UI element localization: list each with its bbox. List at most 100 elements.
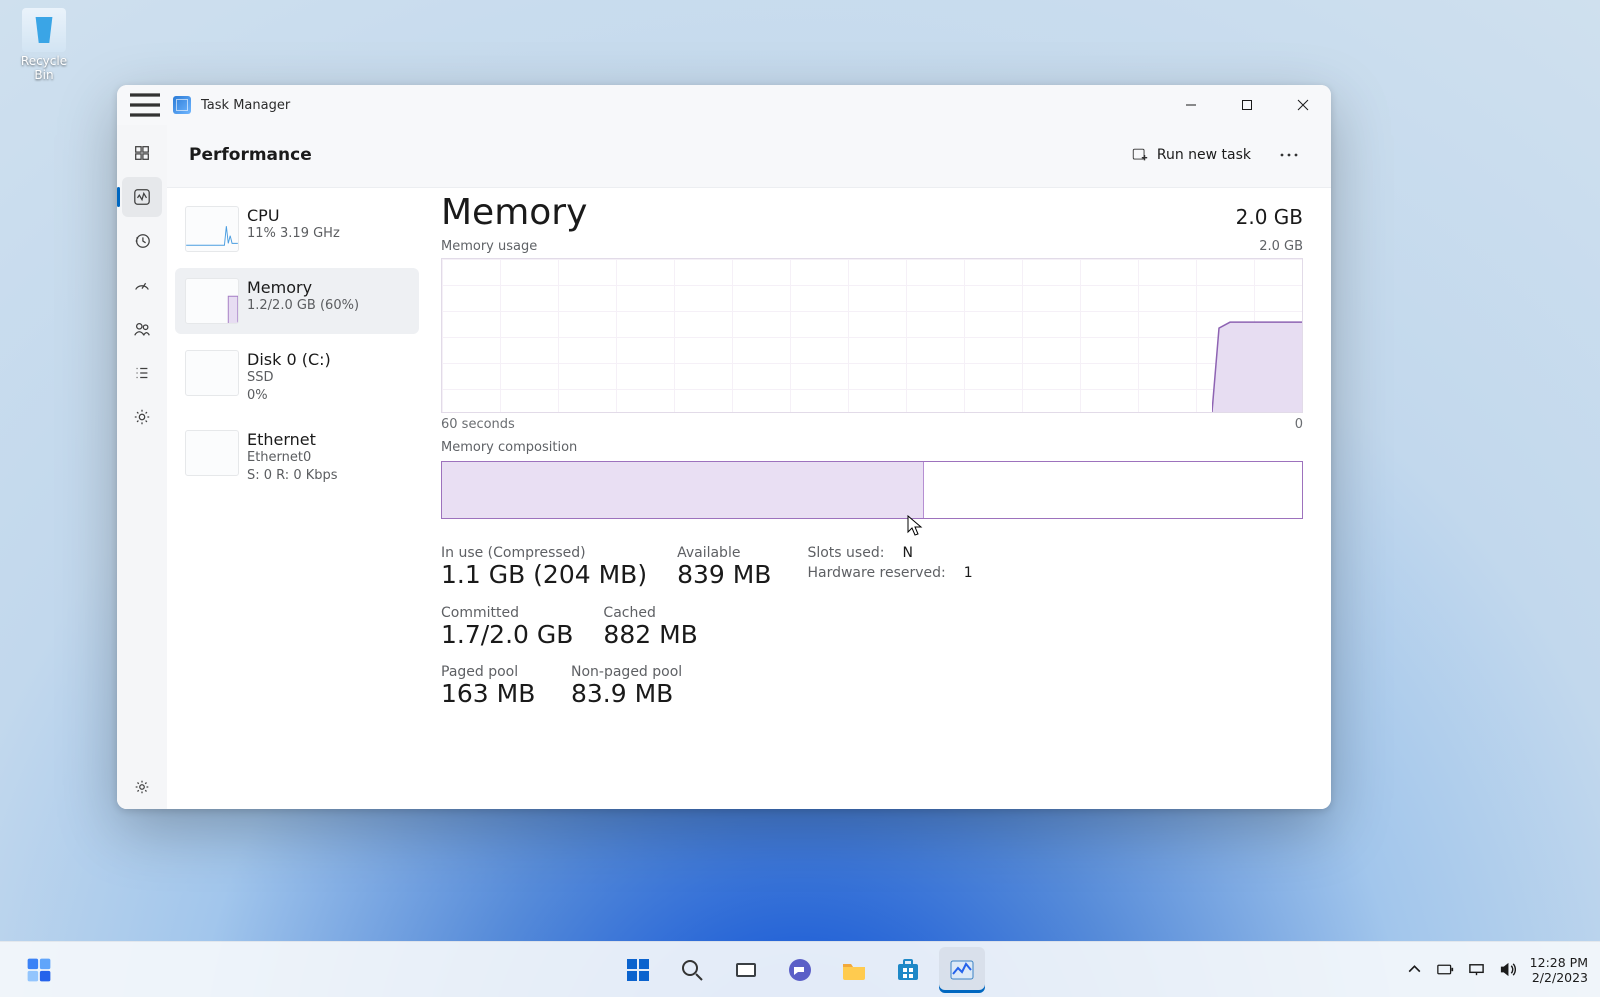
grid-icon — [133, 144, 151, 162]
clock[interactable]: 12:28 PM 2/2/2023 — [1530, 955, 1588, 985]
nav-app-history[interactable] — [122, 221, 162, 261]
clock-time: 12:28 PM — [1530, 955, 1588, 970]
axis-right: 0 — [1295, 417, 1303, 432]
committed-value: 1.7/2.0 GB — [441, 621, 573, 649]
recycle-bin-label: Recycle Bin — [12, 54, 76, 82]
nonpaged-value: 83.9 MB — [571, 680, 682, 708]
cached-label: Cached — [603, 605, 697, 621]
memory-detail-pane: Memory 2.0 GB Memory usage 2.0 GB — [427, 188, 1331, 809]
hw-label: Hardware reserved: — [807, 565, 945, 581]
nav-details[interactable] — [122, 353, 162, 393]
widgets-button[interactable] — [16, 947, 62, 993]
ethernet-title: Ethernet — [247, 430, 338, 449]
search-button[interactable] — [669, 947, 715, 993]
usage-label: Memory usage — [441, 239, 537, 254]
nav-users[interactable] — [122, 309, 162, 349]
memory-thumb-icon — [185, 278, 239, 324]
recycle-bin[interactable]: Recycle Bin — [12, 8, 76, 82]
chevron-up-icon[interactable] — [1406, 961, 1423, 978]
nonpaged-label: Non-paged pool — [571, 664, 682, 680]
volume-icon[interactable] — [1499, 961, 1516, 978]
task-view-icon — [732, 956, 760, 984]
store-icon — [894, 956, 922, 984]
chat-button[interactable] — [777, 947, 823, 993]
slots-value: N — [902, 545, 912, 561]
hamburger-menu-button[interactable] — [125, 85, 165, 125]
network-icon[interactable] — [1468, 961, 1485, 978]
recycle-bin-icon — [22, 8, 66, 52]
available-value: 839 MB — [677, 561, 771, 589]
detail-title: Memory — [441, 192, 587, 233]
resource-item-memory[interactable]: Memory 1.2/2.0 GB (60%) — [175, 268, 419, 334]
disk-thumb-icon — [185, 350, 239, 396]
widgets-icon — [25, 956, 53, 984]
composition-in-use-segment — [442, 462, 924, 518]
slots-label: Slots used: — [807, 545, 884, 561]
nav-rail — [117, 125, 167, 809]
axis-left: 60 seconds — [441, 417, 515, 432]
hw-value: 1 — [964, 565, 973, 581]
task-manager-window: Task Manager — [117, 85, 1331, 809]
cached-value: 882 MB — [603, 621, 697, 649]
composition-label: Memory composition — [441, 440, 1303, 455]
task-manager-app-icon — [173, 96, 191, 114]
memory-sub: 1.2/2.0 GB (60%) — [247, 297, 359, 315]
ethernet-thumb-icon — [185, 430, 239, 476]
ethernet-sub2: S: 0 R: 0 Kbps — [247, 467, 338, 485]
cpu-sub: 11% 3.19 GHz — [247, 225, 340, 243]
task-manager-taskbar-button[interactable] — [939, 947, 985, 993]
usage-max: 2.0 GB — [1259, 239, 1303, 254]
maximize-button[interactable] — [1219, 85, 1275, 125]
chat-icon — [786, 956, 814, 984]
list-icon — [133, 364, 151, 382]
cpu-title: CPU — [247, 206, 340, 225]
memory-composition-chart[interactable] — [441, 461, 1303, 519]
resource-item-disk[interactable]: Disk 0 (C:) SSD 0% — [175, 340, 419, 414]
memory-title: Memory — [247, 278, 359, 297]
paged-label: Paged pool — [441, 664, 541, 680]
task-view-button[interactable] — [723, 947, 769, 993]
nav-startup[interactable] — [122, 265, 162, 305]
pulse-icon — [133, 188, 151, 206]
microsoft-store-button[interactable] — [885, 947, 931, 993]
window-title: Task Manager — [201, 98, 290, 113]
clock-date: 2/2/2023 — [1530, 970, 1588, 985]
run-task-icon — [1131, 146, 1149, 164]
close-button[interactable] — [1275, 85, 1331, 125]
available-label: Available — [677, 545, 771, 561]
nav-settings[interactable] — [122, 767, 162, 807]
minimize-button[interactable] — [1163, 85, 1219, 125]
battery-icon[interactable] — [1437, 961, 1454, 978]
users-icon — [133, 320, 151, 338]
taskbar[interactable]: 12:28 PM 2/2/2023 — [0, 941, 1600, 997]
nav-services[interactable] — [122, 397, 162, 437]
more-options-button[interactable] — [1269, 139, 1309, 171]
in-use-label: In use (Compressed) — [441, 545, 647, 561]
nav-performance[interactable] — [122, 177, 162, 217]
run-new-task-button[interactable]: Run new task — [1119, 140, 1263, 170]
page-title: Performance — [189, 145, 312, 165]
titlebar[interactable]: Task Manager — [117, 85, 1331, 125]
start-button[interactable] — [615, 947, 661, 993]
ellipsis-icon — [1279, 152, 1299, 158]
task-manager-icon — [948, 956, 976, 984]
resource-item-cpu[interactable]: CPU 11% 3.19 GHz — [175, 196, 419, 262]
resource-list: CPU 11% 3.19 GHz Memory 1.2/2.0 GB (60%) — [167, 188, 427, 809]
paged-value: 163 MB — [441, 680, 541, 708]
file-explorer-button[interactable] — [831, 947, 877, 993]
disk-sub2: 0% — [247, 387, 331, 405]
disk-title: Disk 0 (C:) — [247, 350, 331, 369]
ethernet-sub1: Ethernet0 — [247, 449, 338, 467]
resource-item-ethernet[interactable]: Ethernet Ethernet0 S: 0 R: 0 Kbps — [175, 420, 419, 494]
memory-usage-chart[interactable] — [441, 258, 1303, 413]
committed-label: Committed — [441, 605, 573, 621]
run-new-task-label: Run new task — [1157, 147, 1251, 163]
windows-logo-icon — [624, 956, 652, 984]
detail-total: 2.0 GB — [1236, 205, 1303, 229]
disk-sub1: SSD — [247, 369, 331, 387]
history-icon — [133, 232, 151, 250]
gear-icon — [133, 778, 151, 796]
search-icon — [678, 956, 706, 984]
in-use-value: 1.1 GB (204 MB) — [441, 561, 647, 589]
nav-processes[interactable] — [122, 133, 162, 173]
